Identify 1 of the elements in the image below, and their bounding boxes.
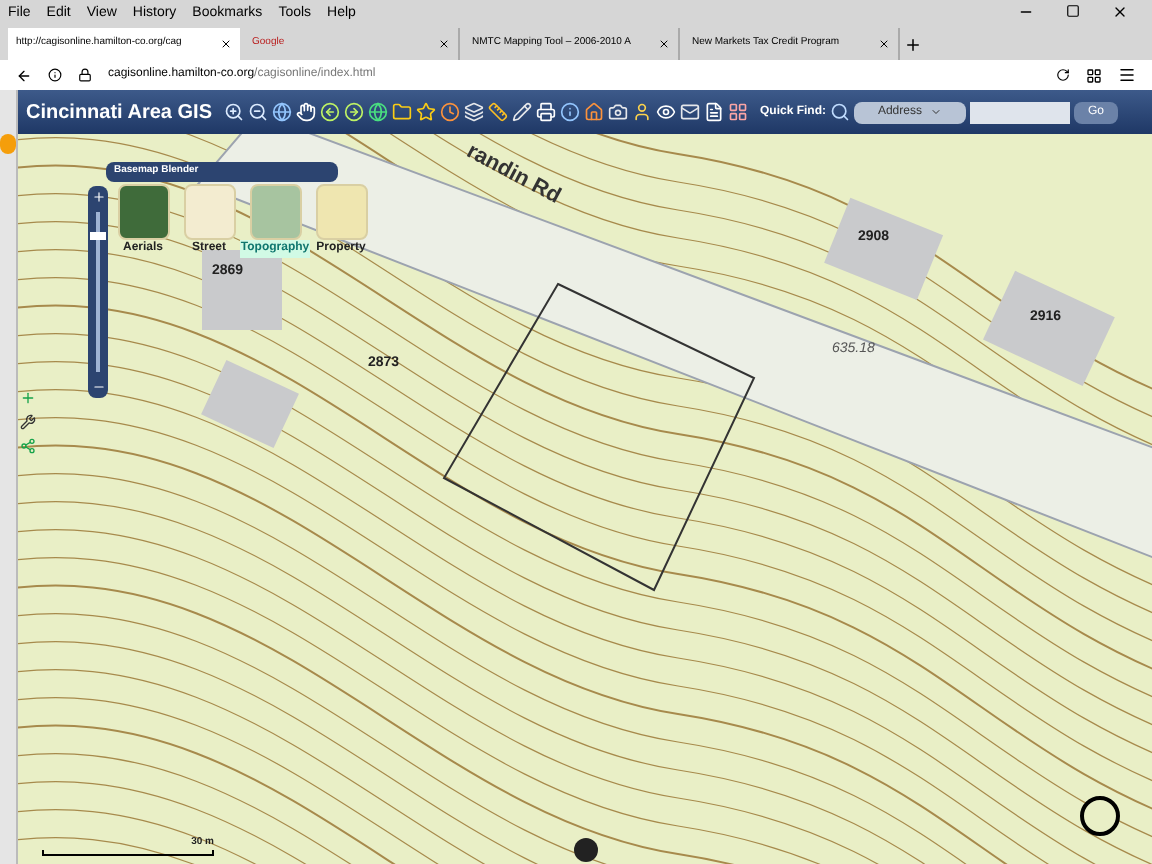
app-title: Cincinnati Area GIS — [26, 99, 212, 127]
